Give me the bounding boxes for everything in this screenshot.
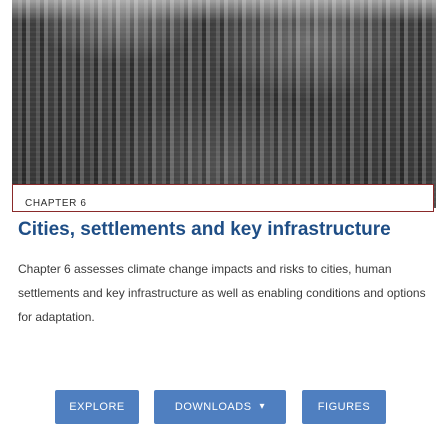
explore-button[interactable]: EXPLORE [55,390,139,424]
downloads-button-label: DOWNLOADS [174,401,252,413]
hero-image [12,0,436,208]
figures-button-label: FIGURES [317,401,371,413]
downloads-button[interactable]: DOWNLOADS ▾ [154,390,286,424]
chapter-label: CHAPTER 6 [25,198,87,209]
action-buttons: EXPLORE DOWNLOADS ▾ FIGURES [0,390,448,430]
page-title: Cities, settlements and key infrastructu… [18,219,391,240]
explore-button-label: EXPLORE [69,401,125,413]
figures-button[interactable]: FIGURES [302,390,386,424]
chapter-description: Chapter 6 assesses climate change impact… [18,262,426,324]
caret-down-icon: ▾ [259,401,266,412]
